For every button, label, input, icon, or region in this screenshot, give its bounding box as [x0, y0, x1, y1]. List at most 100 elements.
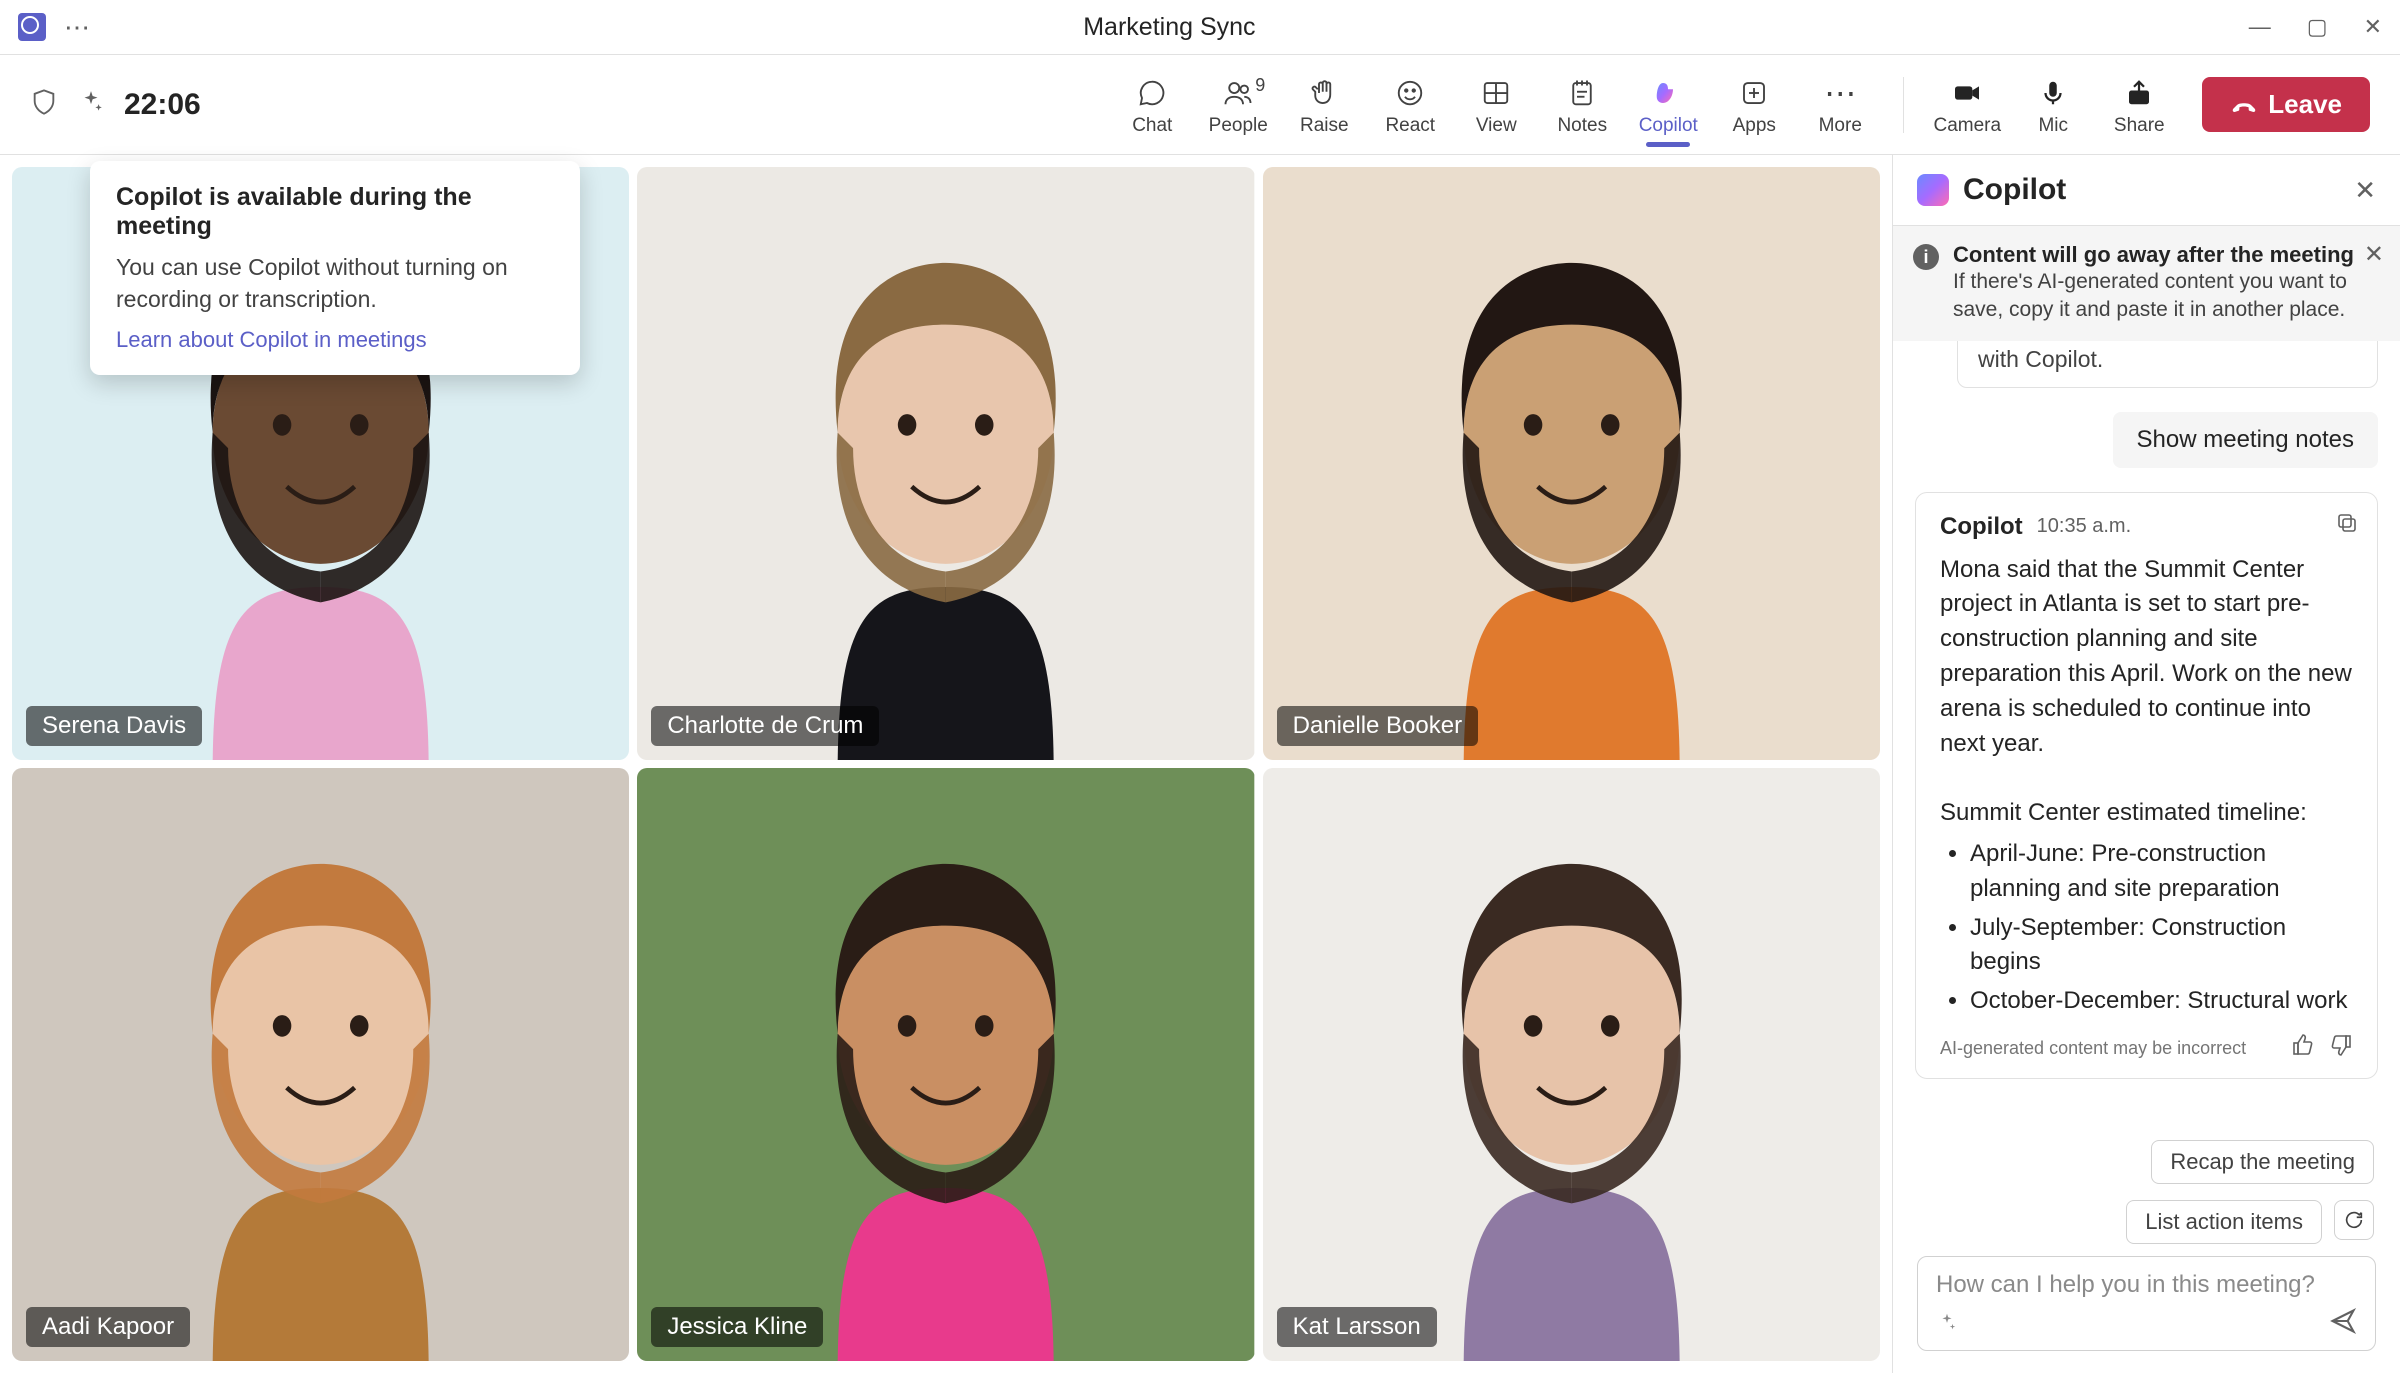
apps-icon	[1739, 73, 1769, 113]
more-label: More	[1819, 115, 1862, 137]
banner-body: If there's AI-generated content you want…	[1953, 268, 2380, 325]
react-label: React	[1385, 115, 1435, 137]
copilot-sparkle-icon[interactable]	[78, 89, 104, 121]
camera-icon	[1951, 73, 1983, 113]
timeline-bullet-2: July-September: Construction begins	[1970, 911, 2353, 981]
more-icon: ⋯	[1824, 73, 1856, 113]
notes-button[interactable]: Notes	[1541, 65, 1623, 145]
panel-header: Copilot ✕	[1893, 155, 2400, 226]
panel-title: Copilot	[1963, 173, 2340, 207]
share-button[interactable]: Share	[2098, 65, 2180, 145]
notes-label: Notes	[1557, 115, 1607, 137]
teams-logo-icon	[18, 13, 46, 41]
participant-name-tag: Charlotte de Crum	[651, 706, 879, 746]
view-label: View	[1476, 115, 1517, 137]
tooltip-body: You can use Copilot without turning on r…	[116, 251, 554, 315]
video-tile[interactable]: Charlotte de Crum	[637, 167, 1254, 760]
message-time: 10:35 a.m.	[2037, 515, 2132, 538]
view-button[interactable]: View	[1455, 65, 1537, 145]
close-window-button[interactable]: ✕	[2364, 14, 2382, 40]
message-paragraph-2: Summit Center estimated timeline:	[1940, 796, 2353, 831]
camera-button[interactable]: Camera	[1926, 65, 2008, 145]
thumbs-down-button[interactable]	[2329, 1033, 2353, 1064]
message-paragraph-1: Mona said that the Summit Center project…	[1940, 553, 2353, 762]
video-tile[interactable]: Danielle Booker	[1263, 167, 1880, 760]
previous-message-peek: with Copilot.	[1957, 341, 2378, 388]
message-author: Copilot	[1940, 513, 2023, 541]
send-button[interactable]	[2329, 1307, 2357, 1342]
action-items-suggestion[interactable]: List action items	[2126, 1200, 2322, 1244]
leave-icon	[2230, 91, 2258, 119]
meeting-timer: 22:06	[124, 88, 201, 122]
react-icon	[1395, 73, 1425, 113]
copilot-logo-icon	[1917, 174, 1949, 206]
timeline-bullet-3: October-December: Structural work	[1970, 984, 2353, 1019]
camera-label: Camera	[1933, 115, 2001, 137]
raise-hand-icon	[1309, 73, 1339, 113]
people-button[interactable]: 9 People	[1197, 65, 1279, 145]
more-button[interactable]: ⋯ More	[1799, 65, 1881, 145]
chat-icon	[1137, 73, 1167, 113]
composer[interactable]	[1917, 1256, 2376, 1351]
close-panel-button[interactable]: ✕	[2354, 175, 2376, 206]
leave-button[interactable]: Leave	[2202, 77, 2370, 132]
participant-name-tag: Kat Larsson	[1277, 1307, 1437, 1347]
thumbs-up-button[interactable]	[2291, 1033, 2315, 1064]
app-more-icon[interactable]: ⋯	[64, 12, 90, 43]
timeline-bullet-1: April-June: Pre-construction planning an…	[1970, 837, 2353, 907]
mic-button[interactable]: Mic	[2012, 65, 2094, 145]
info-icon: i	[1913, 244, 1939, 270]
composer-sparkle-icon[interactable]	[1936, 1311, 1958, 1339]
share-icon	[2124, 73, 2154, 113]
meeting-toolbar: 22:06 Chat 9 People Raise React View Not…	[0, 55, 2400, 155]
participant-name-tag: Serena Davis	[26, 706, 202, 746]
copy-message-button[interactable]	[2335, 511, 2359, 542]
privacy-shield-icon[interactable]	[30, 88, 58, 122]
info-banner: i Content will go away after the meeting…	[1893, 226, 2400, 341]
participant-name-tag: Danielle Booker	[1277, 706, 1478, 746]
maximize-button[interactable]: ▢	[2307, 14, 2328, 40]
suggestion-row-2: List action items	[1893, 1196, 2400, 1256]
banner-title: Content will go away after the meeting	[1953, 242, 2380, 268]
react-button[interactable]: React	[1369, 65, 1451, 145]
suggestion-row: Recap the meeting	[1893, 1136, 2400, 1196]
minimize-button[interactable]: —	[2249, 14, 2271, 40]
copilot-message: Copilot 10:35 a.m. Mona said that the Su…	[1915, 492, 2378, 1079]
mic-label: Mic	[2038, 115, 2068, 137]
copilot-icon	[1653, 73, 1683, 113]
apps-button[interactable]: Apps	[1713, 65, 1795, 145]
refresh-suggestions-button[interactable]	[2334, 1200, 2374, 1240]
share-label: Share	[2114, 115, 2165, 137]
raise-hand-button[interactable]: Raise	[1283, 65, 1365, 145]
video-tile[interactable]: Jessica Kline	[637, 768, 1254, 1361]
chat-button[interactable]: Chat	[1111, 65, 1193, 145]
raise-label: Raise	[1300, 115, 1349, 137]
people-label: People	[1209, 115, 1268, 137]
participant-name-tag: Jessica Kline	[651, 1307, 823, 1347]
video-tile[interactable]: Kat Larsson	[1263, 768, 1880, 1361]
composer-input[interactable]	[1936, 1271, 2357, 1299]
show-meeting-notes-pill[interactable]: Show meeting notes	[2113, 412, 2378, 468]
people-count: 9	[1255, 75, 1265, 96]
video-stage: Copilot is available during the meeting …	[0, 155, 1892, 1373]
copilot-label: Copilot	[1639, 115, 1698, 137]
copilot-chat-scroll[interactable]: with Copilot. Show meeting notes Copilot…	[1893, 341, 2400, 1136]
view-icon	[1481, 73, 1511, 113]
participant-name-tag: Aadi Kapoor	[26, 1307, 190, 1347]
notes-icon	[1567, 73, 1597, 113]
chat-label: Chat	[1132, 115, 1172, 137]
video-tile[interactable]: Aadi Kapoor	[12, 768, 629, 1361]
recap-suggestion[interactable]: Recap the meeting	[2151, 1140, 2374, 1184]
window-title: Marketing Sync	[90, 13, 2249, 42]
copilot-panel: Copilot ✕ i Content will go away after t…	[1892, 155, 2400, 1373]
mic-icon	[2038, 73, 2068, 113]
ai-disclaimer: AI-generated content may be incorrect	[1940, 1038, 2277, 1059]
title-bar: ⋯ Marketing Sync — ▢ ✕	[0, 0, 2400, 55]
tooltip-title: Copilot is available during the meeting	[116, 183, 554, 241]
copilot-button[interactable]: Copilot	[1627, 65, 1709, 145]
banner-close-button[interactable]: ✕	[2364, 240, 2384, 269]
tooltip-learn-link[interactable]: Learn about Copilot in meetings	[116, 327, 554, 353]
toolbar-divider	[1903, 77, 1904, 133]
leave-label: Leave	[2268, 89, 2342, 120]
copilot-tooltip: Copilot is available during the meeting …	[90, 161, 580, 375]
